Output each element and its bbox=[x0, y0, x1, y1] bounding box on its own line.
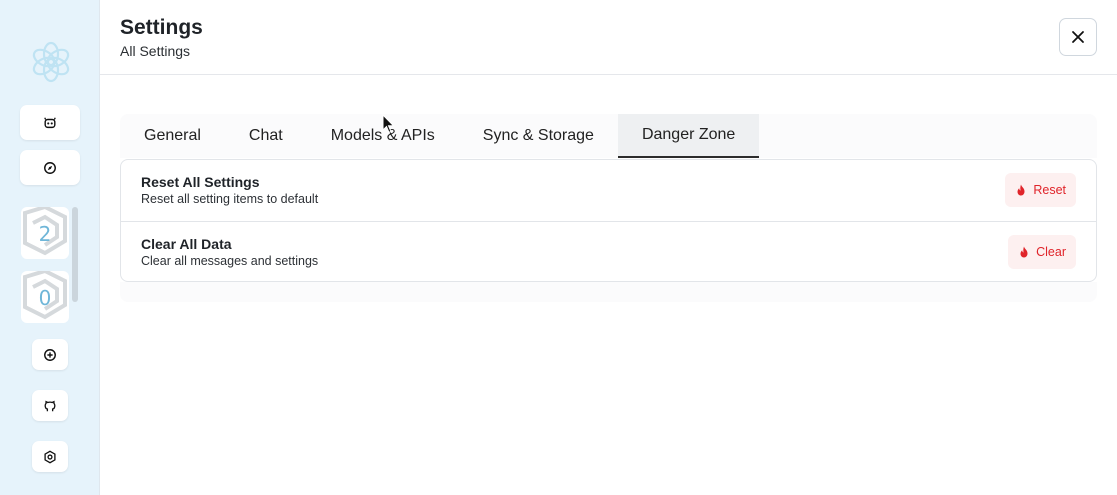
fire-icon bbox=[1017, 184, 1025, 196]
settings-tabs: General Chat Models & APIs Sync & Storag… bbox=[120, 114, 760, 158]
reset-button-label: Reset bbox=[1033, 183, 1066, 197]
clear-data-row: Clear All Data Clear all messages and se… bbox=[121, 221, 1096, 282]
row-title: Reset All Settings bbox=[141, 174, 260, 190]
session-avatar[interactable]: 0 bbox=[21, 271, 69, 323]
page-title: Settings bbox=[120, 16, 203, 39]
avatar-badge: 2 bbox=[38, 222, 52, 246]
sidebar-scrollbar[interactable] bbox=[72, 207, 78, 302]
clear-button[interactable]: Clear bbox=[1008, 235, 1076, 269]
card-footer bbox=[120, 282, 1097, 302]
tab-general[interactable]: General bbox=[120, 114, 225, 158]
page-subtitle: All Settings bbox=[120, 43, 191, 59]
tab-sync-storage[interactable]: Sync & Storage bbox=[459, 114, 618, 158]
sidebar: 2 0 bbox=[0, 0, 100, 495]
settings-button[interactable] bbox=[32, 441, 68, 472]
bot-icon bbox=[44, 116, 56, 128]
fire-icon bbox=[1020, 246, 1028, 258]
assistant-button[interactable] bbox=[20, 105, 80, 140]
reset-settings-row: Reset All Settings Reset all setting ite… bbox=[121, 160, 1096, 220]
github-icon bbox=[44, 400, 56, 411]
settings-header: Settings All Settings bbox=[100, 0, 1117, 75]
compass-icon bbox=[44, 161, 56, 174]
new-chat-button[interactable] bbox=[32, 339, 68, 370]
tab-chat[interactable]: Chat bbox=[225, 114, 307, 158]
discover-button[interactable] bbox=[20, 150, 80, 185]
mouse-cursor-icon bbox=[382, 114, 395, 134]
settings-icon bbox=[44, 450, 56, 463]
github-button[interactable] bbox=[32, 390, 68, 421]
reset-button[interactable]: Reset bbox=[1005, 173, 1076, 207]
row-description: Clear all messages and settings bbox=[141, 254, 319, 268]
plus-circle-icon bbox=[44, 348, 56, 361]
logo-icon bbox=[32, 41, 70, 83]
row-description: Reset all setting items to default bbox=[141, 192, 319, 206]
danger-zone-card: Reset All Settings Reset all setting ite… bbox=[120, 159, 1097, 282]
row-title: Clear All Data bbox=[141, 236, 232, 252]
tab-danger-zone[interactable]: Danger Zone bbox=[617, 114, 760, 158]
session-avatar[interactable]: 2 bbox=[21, 207, 69, 259]
clear-button-label: Clear bbox=[1036, 245, 1066, 259]
close-icon bbox=[1072, 31, 1084, 43]
close-button[interactable] bbox=[1059, 18, 1097, 56]
avatar-badge: 0 bbox=[38, 286, 52, 310]
